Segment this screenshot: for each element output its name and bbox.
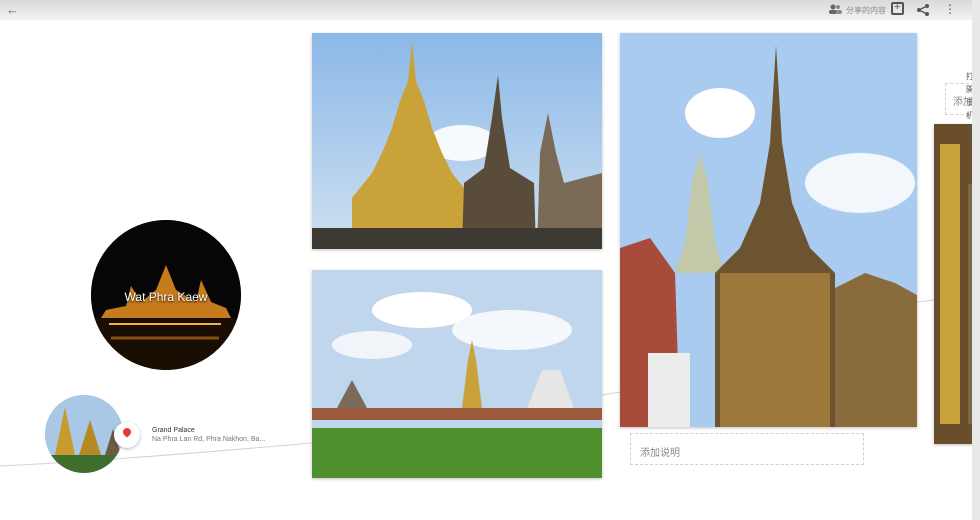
temple-tower-image — [620, 33, 917, 427]
shared-content-label[interactable]: 分享的内容 — [846, 5, 886, 16]
photo-palace-lawn[interactable] — [312, 270, 602, 478]
share-icon[interactable] — [916, 3, 930, 17]
add-caption-field[interactable]: 添加说明 — [630, 433, 864, 465]
location-thumbnail[interactable] — [45, 395, 123, 473]
right-edge-strip — [972, 0, 980, 520]
map-pin-icon[interactable] — [114, 422, 140, 448]
palace-lawn-image — [312, 270, 602, 478]
more-vert-icon[interactable]: ⋮ — [944, 3, 956, 15]
golden-stupa-image — [312, 33, 602, 249]
top-toolbar: ← 分享的内容 ⋮ — [0, 0, 980, 20]
location-address: Na Phra Lan Rd, Phra Nakhon, Ba... — [152, 436, 266, 443]
photo-temple-tower[interactable] — [620, 33, 917, 427]
people-icon — [829, 4, 842, 14]
location-name: Grand Palace — [152, 427, 195, 434]
photo-golden-stupa[interactable] — [312, 33, 602, 249]
add-photo-icon[interactable] — [891, 1, 904, 15]
featured-place-title: Wat Phra Kaew — [124, 290, 208, 304]
featured-place-circle[interactable]: Wat Phra Kaew — [91, 220, 241, 370]
back-arrow-icon[interactable]: ← — [6, 2, 19, 17]
temple-thumbnail-photo — [45, 395, 123, 473]
